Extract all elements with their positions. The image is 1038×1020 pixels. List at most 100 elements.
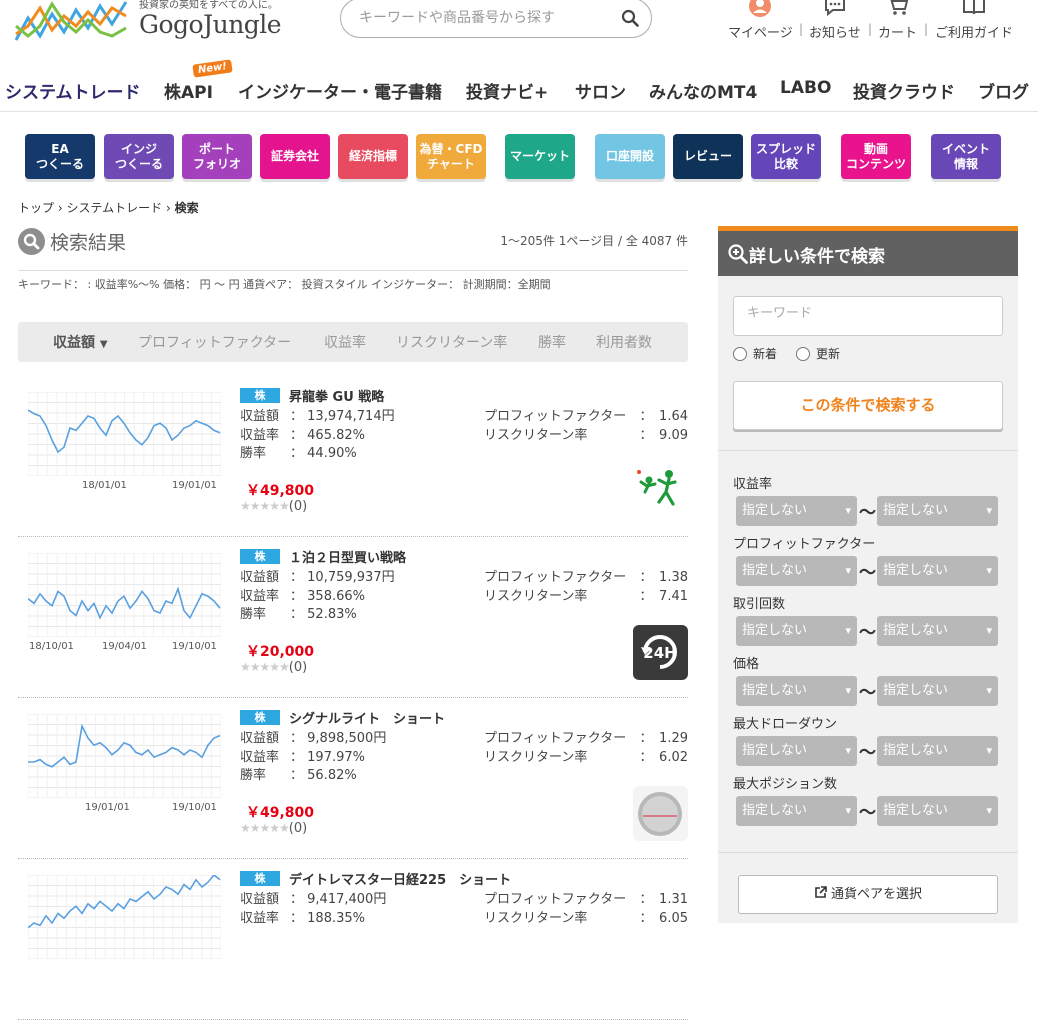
main-nav-mt4[interactable]: みんなのMT4	[649, 78, 757, 103]
filter-max-select[interactable]: 指定しない	[877, 616, 998, 646]
equity-chart[interactable]	[28, 875, 221, 959]
stat-colon: ：	[639, 588, 647, 604]
filter-max-select[interactable]: 指定しない	[877, 796, 998, 826]
category-button[interactable]: インジ つくーる	[104, 134, 174, 179]
search-submit-button[interactable]: この条件で検索する	[733, 381, 1003, 430]
sport-icon[interactable]	[633, 464, 688, 519]
breadcrumb-home[interactable]: トップ	[18, 201, 54, 215]
category-button[interactable]: EA つくーる	[25, 134, 95, 179]
stat-profit: 収益額 ： 9,417,400円	[240, 891, 386, 910]
product-rating[interactable]: ★★★★★(0)	[240, 499, 307, 514]
stat-profit-value: 9,898,500円	[307, 731, 387, 746]
sort-users[interactable]: 利用者数	[596, 332, 652, 352]
sidebar-keyword-input[interactable]	[747, 306, 987, 321]
site-header: 投資家の英知をすべての人に。 GogoJungle マイページ | お知らせ |…	[0, 0, 1038, 60]
category-button[interactable]: 為替・CFD チャート	[416, 134, 486, 179]
product-card[interactable]: 18/10/01 19/04/01 19/10/01 株 １泊２日型買い戦略 収益額 ： 1…	[18, 537, 688, 698]
radio-update[interactable]: 更新	[796, 345, 840, 362]
product-name[interactable]: 昇龍拳 GU 戦略	[289, 386, 384, 405]
filter-min-select[interactable]: 指定しない	[736, 796, 857, 826]
nav-guide[interactable]: ご利用ガイド	[935, 0, 1013, 41]
sidebar-header: 詳しい条件で検索	[718, 231, 1018, 276]
site-search-input[interactable]	[359, 5, 619, 31]
currency-pair-button[interactable]: 通貨ペアを選択	[738, 875, 998, 914]
product-card[interactable]: 19/01/01 19/10/01 株シグナルライト ショート 収益額 ： 9,898,…	[18, 698, 688, 859]
stat-profit-factor: プロフィットファクター ： 1.64	[484, 408, 688, 427]
category-button[interactable]: ポート フォリオ	[182, 134, 252, 179]
main-nav-navi[interactable]: 投資ナビ+	[466, 78, 548, 103]
category-button[interactable]: 経済指標	[338, 134, 408, 179]
stat-colon: ：	[290, 607, 304, 622]
filter-min-select[interactable]: 指定しない	[736, 496, 857, 526]
main-nav-cloud[interactable]: 投資クラウド	[853, 78, 955, 103]
equity-chart[interactable]	[28, 553, 221, 637]
nav-cart[interactable]: カート	[878, 0, 917, 41]
logo-text[interactable]: GogoJungle	[139, 10, 282, 39]
new-badge: New!	[192, 59, 233, 78]
nav-separator: |	[868, 22, 873, 36]
stat-profit-value: 10,759,937円	[307, 570, 395, 585]
main-nav-salon[interactable]: サロン	[575, 78, 626, 103]
category-button[interactable]: 口座開設	[595, 134, 665, 179]
radio-new-label: 新着	[753, 347, 778, 361]
nav-mypage[interactable]: マイページ	[728, 0, 793, 41]
filter-max-select[interactable]: 指定しない	[877, 556, 998, 586]
sort-win-rate[interactable]: 勝率	[538, 332, 566, 352]
filter-min-select[interactable]: 指定しない	[736, 616, 857, 646]
filter-min-select[interactable]: 指定しない	[736, 736, 857, 766]
category-button[interactable]: マーケット	[505, 134, 575, 179]
stat-profit-label: 収益額	[240, 892, 280, 907]
category-button[interactable]: スプレッド 比較	[751, 134, 821, 179]
product-name[interactable]: デイトレマスター日経225 ショート	[289, 869, 511, 888]
stat-colon: ：	[639, 731, 647, 746]
filter-max-select[interactable]: 指定しない	[877, 736, 998, 766]
filter-max-select[interactable]: 指定しない	[877, 496, 998, 526]
stat-risk-return: リスクリターン率 ： 6.02	[484, 749, 688, 768]
category-button[interactable]: 証券会社	[260, 134, 330, 179]
product-card[interactable]: 株デイトレマスター日経225 ショート 収益額 ： 9,417,400円 収益率 ： 1…	[18, 859, 688, 1020]
24h-icon[interactable]: 24H	[633, 625, 688, 680]
category-button[interactable]: 動画 コンテンツ	[841, 134, 911, 179]
results-count: 1～205件 1ページ目 / 全 4087 件	[500, 234, 688, 248]
stat-win: 勝率 ： 56.82%	[240, 767, 386, 786]
main-nav-kabu-api[interactable]: 株API	[164, 78, 213, 103]
logo-graphic[interactable]	[14, 0, 132, 44]
stat-rate: 収益率 ： 197.97%	[240, 749, 386, 768]
search-icon[interactable]	[621, 9, 639, 27]
filter-min-select[interactable]: 指定しない	[736, 676, 857, 706]
product-rating[interactable]: ★★★★★(0)	[240, 821, 307, 836]
equity-chart[interactable]	[28, 714, 221, 798]
sort-risk-return[interactable]: リスクリターン率	[396, 332, 507, 352]
product-rating[interactable]: ★★★★★(0)	[240, 660, 307, 675]
equity-chart[interactable]	[28, 392, 221, 476]
stat-win-value: 44.90%	[307, 446, 357, 461]
cart-icon	[890, 0, 908, 15]
signal-light-logo[interactable]	[633, 786, 688, 841]
product-name[interactable]: １泊２日型買い戦略	[289, 547, 406, 566]
chart-x-tick: 18/01/01	[82, 480, 127, 491]
stat-colon: ：	[290, 427, 304, 443]
main-nav-blog[interactable]: ブログ	[978, 78, 1029, 103]
product-name[interactable]: シグナルライト ショート	[289, 708, 445, 727]
main-nav-systemtrade[interactable]: システムトレード	[5, 78, 141, 103]
main-nav-labo[interactable]: LABO	[780, 78, 831, 98]
range-tilde: ～	[859, 623, 876, 643]
category-button[interactable]: イベント 情報	[931, 134, 1001, 179]
sort-profit[interactable]: 収益額 ▼	[53, 332, 108, 352]
nav-news[interactable]: お知らせ	[809, 0, 861, 41]
product-card[interactable]: 18/01/01 19/01/01 株昇龍拳 GU 戦略 収益額 ： 13,974,71…	[18, 376, 688, 537]
sort-rate[interactable]: 収益率	[324, 332, 366, 352]
filter-max-select[interactable]: 指定しない	[877, 676, 998, 706]
breadcrumb-separator: ›	[165, 201, 171, 215]
main-nav-indicator[interactable]: インジケーター・電子書籍	[238, 78, 442, 103]
site-search	[340, 0, 652, 38]
category-button[interactable]: レビュー	[673, 134, 743, 179]
stat-rate: 収益率 ： 188.35%	[240, 910, 386, 929]
sort-profit-factor[interactable]: プロフィットファクター	[138, 332, 291, 352]
radio-update-label: 更新	[816, 347, 841, 361]
filter-min-select[interactable]: 指定しない	[736, 556, 857, 586]
radio-new[interactable]: 新着	[733, 345, 777, 362]
category-badge: 株	[240, 549, 280, 564]
sidebar-divider	[718, 450, 1018, 451]
breadcrumb-section[interactable]: システムトレード	[66, 201, 162, 215]
